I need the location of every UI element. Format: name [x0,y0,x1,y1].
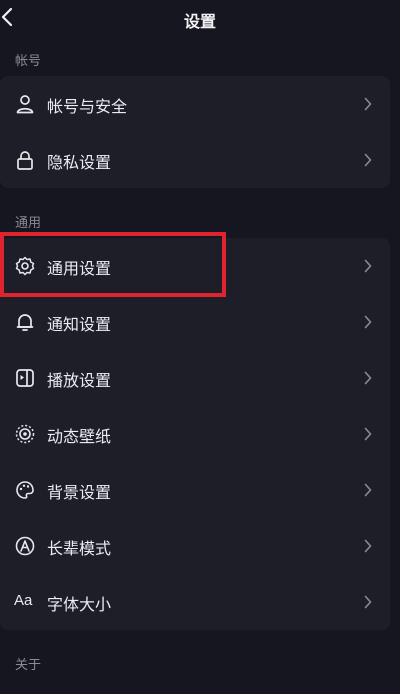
font-size-icon: Aa [14,592,33,609]
settings-item-label: 动态壁纸 [47,427,112,446]
chevron-right-icon [364,259,372,273]
settings-item-label: 背景设置 [47,483,112,502]
settings-item-notifications[interactable]: 通知设置 [0,294,390,350]
person-icon [14,93,36,115]
settings-screen: 设置 帐号 帐号与安全 隐私设置 通用 通用设置 通知设置 播放设置 动态壁纸 … [0,0,400,694]
chevron-right-icon [364,483,372,497]
live-wallpaper-icon [14,423,36,445]
settings-item-privacy[interactable]: 隐私设置 [0,132,390,188]
chevron-right-icon [364,153,372,167]
chevron-right-icon [364,539,372,553]
chevron-right-icon [364,427,372,441]
settings-item-background[interactable]: 背景设置 [0,462,390,518]
gear-icon [14,255,36,277]
settings-item-label: 字体大小 [47,595,112,614]
settings-item-label: 帐号与安全 [47,97,128,116]
chevron-right-icon [364,371,372,385]
palette-icon [14,479,36,501]
settings-item-elder-mode[interactable]: 长辈模式 [0,518,390,574]
page-title: 设置 [183,12,216,31]
settings-item-account-security[interactable]: 帐号与安全 [0,76,390,132]
elder-mode-icon [14,535,36,557]
header: 设置 [0,0,400,38]
settings-item-font-size[interactable]: Aa 字体大小 [0,574,390,630]
settings-item-label: 通用设置 [47,259,112,278]
section-label-account: 帐号 [15,54,42,69]
settings-item-playback[interactable]: 播放设置 [0,350,390,406]
section-label-general: 通用 [15,216,42,231]
settings-item-general[interactable]: 通用设置 [0,238,390,294]
settings-item-label: 播放设置 [47,371,112,390]
chevron-right-icon [364,595,372,609]
settings-item-label: 长辈模式 [47,539,112,558]
play-settings-icon [14,367,36,389]
settings-item-label: 隐私设置 [47,153,112,172]
section-label-about: 关于 [15,658,42,673]
settings-item-label: 通知设置 [47,315,112,334]
chevron-right-icon [364,97,372,111]
lock-icon [14,149,36,171]
chevron-right-icon [364,315,372,329]
bell-icon [14,311,36,333]
settings-item-live-wallpaper[interactable]: 动态壁纸 [0,406,390,462]
account-card: 帐号与安全 隐私设置 [0,76,390,188]
general-card: 通用设置 通知设置 播放设置 动态壁纸 背景设置 长辈模式 Aa 字体大小 [0,238,390,630]
